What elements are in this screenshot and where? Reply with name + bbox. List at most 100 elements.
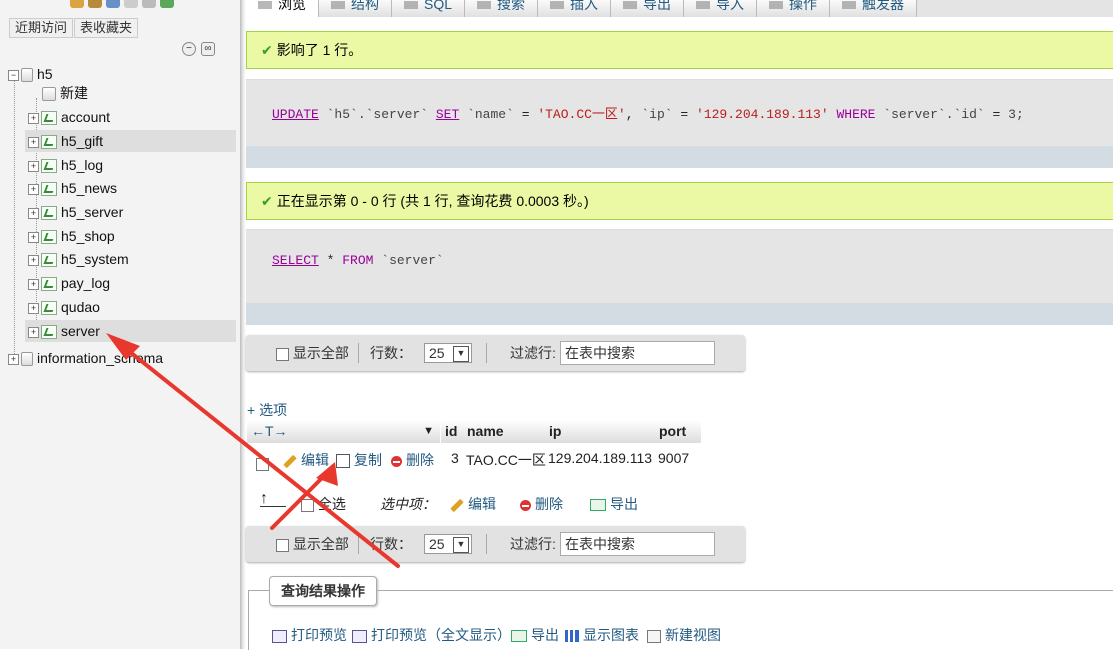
filter-input[interactable]: 在表中搜索: [560, 341, 715, 365]
help-icon[interactable]: [106, 0, 120, 8]
collapse-icon[interactable]: −: [8, 69, 19, 81]
tree-table-pay-log[interactable]: + pay_log: [28, 272, 110, 294]
checkbox[interactable]: [276, 538, 289, 552]
home-icon[interactable]: [70, 0, 84, 8]
arrow-up-icon: ↑: [260, 491, 286, 507]
delete-icon: [391, 455, 402, 467]
print-preview-link[interactable]: 打印预览: [272, 625, 347, 645]
filter-label: 过滤行:: [510, 345, 556, 361]
checkbox[interactable]: [276, 347, 289, 361]
tree-table-h5-system[interactable]: + h5_system: [28, 248, 129, 270]
expand-icon[interactable]: +: [28, 278, 39, 290]
delete-button[interactable]: 删除: [391, 450, 434, 470]
tree-table-h5-gift[interactable]: + h5_gift: [25, 130, 236, 152]
tab-recent[interactable]: 近期访问: [9, 18, 74, 38]
print-preview-full-link[interactable]: 打印预览（全文显示）: [352, 625, 511, 645]
cell-port[interactable]: 9007: [658, 450, 689, 466]
display-chart-link[interactable]: 显示图表: [565, 625, 639, 645]
filter-input[interactable]: 在表中搜索: [560, 532, 715, 556]
row-checkbox[interactable]: [256, 455, 269, 471]
tab-sql[interactable]: SQL: [392, 0, 466, 17]
check-icon: ✔: [261, 42, 273, 58]
expand-icon[interactable]: +: [8, 353, 19, 365]
expand-icon[interactable]: +: [28, 112, 39, 124]
cell-id[interactable]: 3: [451, 450, 459, 466]
expand-icon[interactable]: +: [28, 136, 39, 148]
reload-icon[interactable]: [160, 0, 174, 8]
tree-table-h5-log[interactable]: + h5_log: [28, 154, 103, 176]
sort-dropdown-icon[interactable]: ▼: [423, 420, 434, 443]
collapse-all-icon[interactable]: −: [182, 42, 196, 56]
tab-search[interactable]: 搜索: [465, 0, 539, 17]
cell-name[interactable]: TAO.CC一区: [466, 450, 546, 470]
sql-toolbar: [246, 146, 1113, 168]
column-header-ip[interactable]: ip: [545, 420, 655, 443]
tree-table-h5-server[interactable]: + h5_server: [28, 201, 123, 223]
sql-keyword[interactable]: SET: [436, 107, 459, 122]
export-icon: [590, 499, 606, 512]
tree-db-information-schema[interactable]: + information_schema: [8, 347, 163, 369]
expand-icon[interactable]: +: [28, 183, 39, 195]
tree-table-h5-shop[interactable]: + h5_shop: [28, 225, 115, 247]
bulk-edit-button[interactable]: 编辑: [450, 494, 496, 514]
tree-table-h5-news[interactable]: + h5_news: [28, 177, 117, 199]
sql-toolbar: [246, 303, 1113, 325]
show-all-toggle[interactable]: 显示全部: [276, 526, 349, 562]
table-label: pay_log: [61, 275, 111, 291]
select-all-checkbox[interactable]: 全选: [301, 494, 346, 514]
expand-icon[interactable]: +: [28, 326, 39, 338]
tab-icon: [477, 1, 492, 9]
rows-select[interactable]: 25 ▼: [424, 343, 472, 363]
column-move-icon[interactable]: ←T→: [251, 420, 288, 443]
column-header-name[interactable]: name: [463, 420, 545, 443]
rows-label: 行数：: [370, 345, 412, 361]
tree-table-qudao[interactable]: + qudao: [28, 296, 100, 318]
table-icon: [41, 253, 57, 268]
cell-ip[interactable]: 129.204.189.113: [548, 450, 652, 466]
column-header-port[interactable]: port: [655, 420, 701, 443]
success-message-select: ✔ 正在显示第 0 - 0 行 (共 1 行, 查询花费 0.0003 秒。): [246, 182, 1113, 220]
tree-table-server[interactable]: + server: [25, 320, 236, 342]
expand-icon[interactable]: +: [28, 231, 39, 243]
rows-select[interactable]: 25 ▼: [424, 534, 472, 554]
tab-export[interactable]: 导出: [611, 0, 685, 17]
exit-icon[interactable]: [88, 0, 102, 8]
tab-favorites[interactable]: 表收藏夹: [74, 18, 139, 38]
expand-icon[interactable]: +: [28, 302, 39, 314]
new-label: 新建: [60, 85, 88, 101]
tab-triggers[interactable]: 触发器: [830, 0, 918, 17]
options-link[interactable]: + 选项: [247, 400, 287, 420]
table-label: h5_news: [61, 180, 118, 196]
show-all-toggle[interactable]: 显示全部: [276, 335, 349, 371]
table-navigation-top: 显示全部 行数： 25 ▼ 过滤行: 在表中搜索: [246, 335, 745, 371]
column-header-id[interactable]: id: [441, 420, 465, 443]
create-view-link[interactable]: 新建视图: [647, 625, 721, 645]
message-text: 正在显示第 0 - 0 行 (共 1 行, 查询花费 0.0003 秒。): [276, 193, 589, 209]
bulk-delete-button[interactable]: 删除: [520, 494, 563, 514]
sql-keyword[interactable]: UPDATE: [272, 107, 319, 122]
copy-button[interactable]: 复制: [336, 450, 382, 470]
docs-icon[interactable]: [124, 0, 138, 8]
tab-import[interactable]: 导入: [684, 0, 758, 17]
edit-button[interactable]: 编辑: [283, 450, 329, 470]
bulk-export-button[interactable]: 导出: [590, 494, 638, 514]
settings-icon[interactable]: [142, 0, 156, 8]
tab-browse[interactable]: 浏览: [246, 0, 319, 17]
tab-structure[interactable]: 结构: [319, 0, 392, 17]
sql-query-select: SELECT * FROM `server`: [246, 229, 1113, 325]
export-link[interactable]: 导出: [511, 625, 559, 645]
tree-new[interactable]: 新建: [40, 82, 88, 104]
tab-icon: [696, 1, 711, 9]
sql-keyword[interactable]: SELECT: [272, 253, 319, 268]
tree-table-account[interactable]: + account: [28, 106, 110, 128]
tab-operations[interactable]: 操作: [757, 0, 831, 17]
check-icon: ✔: [261, 193, 273, 209]
expand-icon[interactable]: +: [28, 160, 39, 172]
table-icon: [41, 230, 57, 245]
expand-icon[interactable]: +: [28, 254, 39, 266]
expand-icon[interactable]: +: [28, 207, 39, 219]
tab-insert[interactable]: 插入: [538, 0, 612, 17]
with-selected-label: 选中项：: [380, 496, 436, 512]
table-label: h5_shop: [61, 228, 115, 244]
link-icon[interactable]: ∞: [201, 42, 215, 56]
